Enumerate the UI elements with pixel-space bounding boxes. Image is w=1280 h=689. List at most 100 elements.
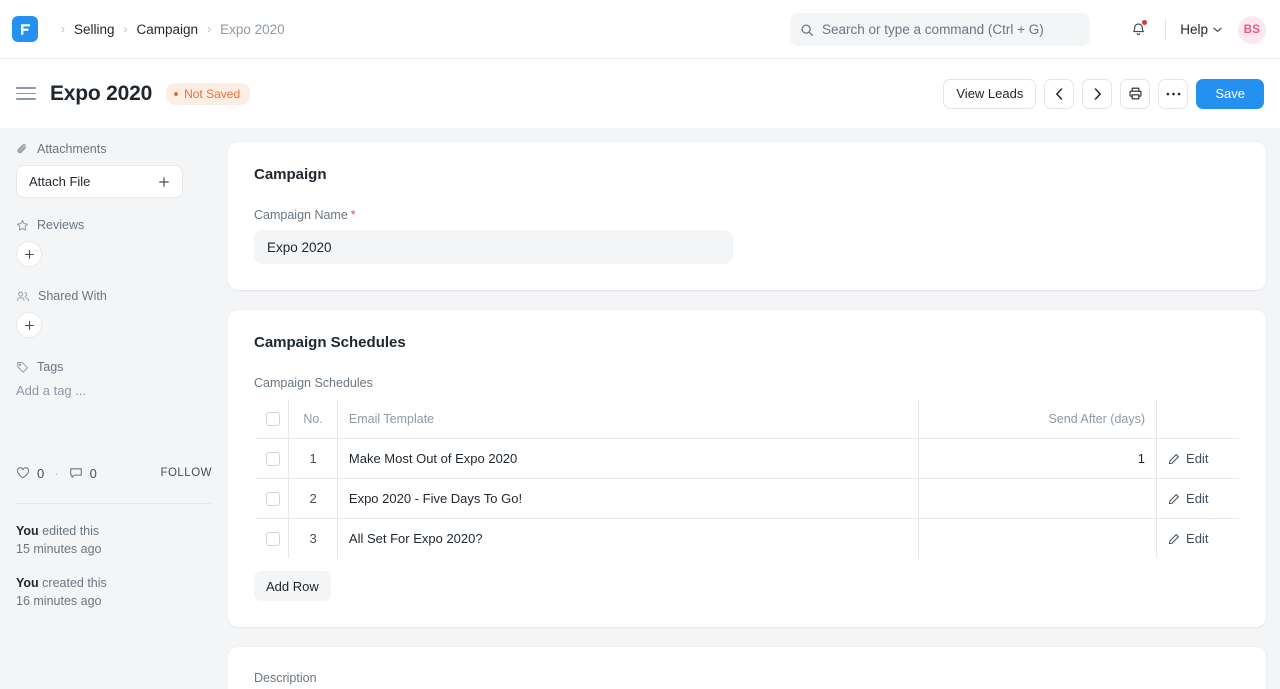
pencil-icon [1168, 533, 1180, 545]
add-row-button[interactable]: Add Row [254, 571, 331, 601]
description-card: Description [228, 647, 1266, 689]
sidebar-section-tags: Tags Add a tag ... [16, 360, 212, 398]
schedules-card-title: Campaign Schedules [254, 334, 1240, 351]
users-icon [16, 290, 30, 303]
row-email-template[interactable]: Make Most Out of Expo 2020 [337, 439, 918, 479]
edit-label: Edit [1186, 491, 1208, 506]
campaign-card: Campaign Campaign Name * [228, 142, 1266, 290]
help-menu[interactable]: Help [1180, 22, 1222, 37]
activity-time: 15 minutes ago [16, 542, 101, 556]
sidebar-footer: 0 · 0 FOLLOW You edited this 15 minutes … [16, 462, 212, 626]
row-select-cell [255, 479, 289, 519]
tags-header: Tags [16, 360, 212, 374]
attachments-header: Attachments [16, 142, 212, 156]
plus-icon [24, 320, 35, 331]
comment-icon [69, 466, 83, 480]
activity-actor: You [16, 576, 39, 590]
edit-label: Edit [1186, 451, 1208, 466]
print-button[interactable] [1120, 79, 1150, 109]
attachments-label: Attachments [37, 142, 106, 156]
view-leads-button[interactable]: View Leads [943, 79, 1036, 109]
breadcrumb-separator: › [207, 22, 211, 36]
row-checkbox[interactable] [266, 452, 280, 466]
frappe-logo-icon[interactable] [12, 16, 38, 42]
row-select-cell [255, 439, 289, 479]
add-share-button[interactable] [16, 312, 42, 338]
notification-dot [1142, 20, 1147, 25]
page-title: Expo 2020 [50, 82, 152, 106]
next-record-button[interactable] [1082, 79, 1112, 109]
schedules-grid-label: Campaign Schedules [254, 376, 1240, 390]
campaign-name-input[interactable] [254, 230, 733, 264]
bell-icon[interactable] [1123, 15, 1153, 45]
main-content: Campaign Campaign Name * Campaign Schedu… [228, 128, 1280, 689]
like-group[interactable]: 0 [16, 466, 44, 481]
save-button[interactable]: Save [1196, 79, 1264, 109]
required-marker: * [351, 208, 356, 222]
campaign-schedules-card: Campaign Schedules Campaign Schedules No… [228, 310, 1266, 627]
row-edit-cell: Edit [1157, 479, 1240, 519]
avatar[interactable]: BS [1238, 16, 1266, 44]
column-header-send-after: Send After (days) [919, 399, 1157, 439]
add-review-button[interactable] [16, 241, 42, 267]
row-email-template[interactable]: Expo 2020 - Five Days To Go! [337, 479, 918, 519]
reactions-row: 0 · 0 FOLLOW [16, 462, 212, 484]
paperclip-icon [16, 143, 29, 156]
select-all-checkbox[interactable] [266, 412, 280, 426]
row-send-after[interactable] [919, 519, 1157, 559]
column-header-no: No. [289, 399, 338, 439]
heart-icon [16, 466, 30, 480]
reviews-header: Reviews [16, 218, 212, 232]
add-tag-input[interactable]: Add a tag ... [16, 383, 212, 398]
hamburger-icon[interactable] [16, 83, 36, 104]
search-box[interactable] [790, 13, 1090, 46]
search-input[interactable] [822, 22, 1080, 37]
printer-icon [1128, 86, 1143, 101]
follow-button[interactable]: FOLLOW [160, 467, 212, 479]
reaction-separator: · [54, 466, 58, 481]
table-row[interactable]: 1 Make Most Out of Expo 2020 1 Edit [255, 439, 1240, 479]
row-checkbox[interactable] [266, 492, 280, 506]
sidebar-section-attachments: Attachments Attach File [16, 142, 212, 198]
comment-count: 0 [90, 466, 97, 481]
table-row[interactable]: 3 All Set For Expo 2020? Edit [255, 519, 1240, 559]
navbar-right-group: Help BS [1123, 0, 1266, 59]
edit-row-button[interactable]: Edit [1168, 491, 1228, 506]
shared-with-header: Shared With [16, 289, 212, 303]
breadcrumb-item-expo-2020[interactable]: Expo 2020 [220, 22, 285, 37]
row-send-after[interactable]: 1 [919, 439, 1157, 479]
breadcrumb-item-selling[interactable]: Selling [74, 22, 115, 37]
more-actions-button[interactable] [1158, 79, 1188, 109]
pencil-icon [1168, 493, 1180, 505]
attach-file-button[interactable]: Attach File [16, 165, 183, 198]
edit-row-button[interactable]: Edit [1168, 451, 1228, 466]
row-checkbox[interactable] [266, 532, 280, 546]
breadcrumb-separator: › [61, 22, 65, 36]
navbar-divider [1165, 19, 1166, 41]
row-email-template[interactable]: All Set For Expo 2020? [337, 519, 918, 559]
row-send-after[interactable] [919, 479, 1157, 519]
status-dot [174, 92, 178, 96]
column-header-email-template: Email Template [337, 399, 918, 439]
edit-label: Edit [1186, 531, 1208, 546]
activity-actor: You [16, 524, 39, 538]
page-header-actions: View Leads [943, 59, 1264, 128]
campaign-name-label-text: Campaign Name [254, 208, 348, 222]
sidebar-divider [16, 503, 212, 504]
breadcrumb: › Selling › Campaign › Expo 2020 [52, 22, 285, 37]
row-select-cell [255, 519, 289, 559]
prev-record-button[interactable] [1044, 79, 1074, 109]
pencil-icon [1168, 453, 1180, 465]
plus-icon [24, 249, 35, 260]
chevron-right-icon [1093, 88, 1102, 100]
activity-item: You edited this 15 minutes ago [16, 522, 212, 558]
row-edit-cell: Edit [1157, 519, 1240, 559]
campaign-name-label: Campaign Name * [254, 208, 1240, 222]
edit-row-button[interactable]: Edit [1168, 531, 1228, 546]
star-icon [16, 219, 29, 232]
status-badge: Not Saved [166, 83, 250, 105]
breadcrumb-item-campaign[interactable]: Campaign [137, 22, 199, 37]
table-row[interactable]: 2 Expo 2020 - Five Days To Go! Edit [255, 479, 1240, 519]
chevron-down-icon [1213, 27, 1222, 33]
comment-group[interactable]: 0 [69, 466, 97, 481]
